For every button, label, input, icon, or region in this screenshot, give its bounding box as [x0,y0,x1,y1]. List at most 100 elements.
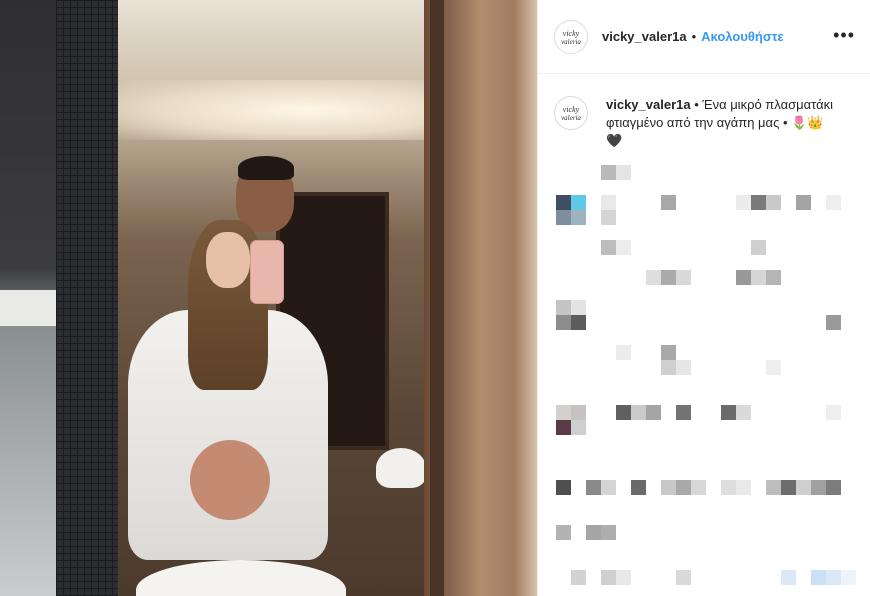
blur-pixel [616,405,631,420]
blur-pixel [661,480,676,495]
blur-pixel [571,300,586,315]
blur-pixel [601,165,616,180]
blur-pixel [736,270,751,285]
blur-pixel [751,195,766,210]
svg-text:vicky: vicky [563,105,580,114]
blur-pixel [751,240,766,255]
header-username[interactable]: vicky_valer1a [602,29,687,44]
blur-pixel [556,405,571,420]
caption-separator: • [690,97,703,112]
blur-pixel [631,480,646,495]
blur-pixel [646,270,661,285]
blur-pixel [736,405,751,420]
blur-pixel [571,195,586,210]
blur-pixel [661,270,676,285]
man-hair [238,156,294,180]
couple-figure [128,156,328,560]
blur-pixel [646,405,661,420]
caption-text-block: vicky_valer1a • Ένα μικρό πλασματάκι φτι… [606,96,838,150]
blur-pixel [826,315,841,330]
blur-pixel [676,480,691,495]
avatar-logo-icon: vicky valeria [561,105,581,122]
caption-avatar[interactable]: vicky valeria [554,96,588,130]
profile-avatar[interactable]: vicky valeria [554,19,588,54]
blur-pixel [571,315,586,330]
blur-pixel [571,420,586,435]
follow-button[interactable]: Ακολουθήστε [701,29,784,44]
woman-face [206,232,250,288]
blur-pixel [766,195,781,210]
blur-pixel [766,360,781,375]
blur-pixel [616,345,631,360]
blur-pixel [601,240,616,255]
mirror-reflection [118,0,434,596]
blur-pixel [661,195,676,210]
background-wall-left [0,0,56,596]
blur-pixel [601,480,616,495]
blur-pixel [616,240,631,255]
phone-in-hand [250,240,284,304]
blur-pixel [586,480,601,495]
blur-pixel [556,420,571,435]
blur-pixel [601,195,616,210]
blur-pixel [571,570,586,585]
sink [136,560,346,596]
svg-text:valeria: valeria [561,114,581,122]
blur-pixel [691,480,706,495]
blur-pixel [781,570,796,585]
svg-text:valeria: valeria [561,38,581,46]
blur-pixel [601,525,616,540]
caption-username[interactable]: vicky_valer1a [606,97,691,112]
header-separator: • [691,29,697,44]
blur-pixel [676,270,691,285]
blur-pixel [601,570,616,585]
blur-pixel [556,480,571,495]
blur-pixel [811,570,826,585]
blur-pixel [781,480,796,495]
blur-pixel [736,195,751,210]
blur-pixel [616,165,631,180]
belly [190,440,270,520]
post-photo[interactable] [0,0,537,596]
more-options-icon[interactable]: ••• [833,26,855,44]
wall-strip [0,290,56,326]
avatar-logo-icon: vicky valeria [561,29,581,46]
blur-pixel [556,525,571,540]
post-sidebar: vicky valeria vicky_valer1a • Ακολουθήστ… [537,0,870,596]
blur-pixel [796,480,811,495]
mosaic-tile-column [56,0,118,596]
blur-pixel [796,195,811,210]
blur-pixel [631,405,646,420]
blur-pixel [826,480,841,495]
svg-text:vicky: vicky [563,29,580,38]
blur-pixel [736,480,751,495]
blur-pixel [601,210,616,225]
blur-pixel [676,405,691,420]
blur-pixel [826,405,841,420]
blur-pixel [826,570,841,585]
blur-pixel [556,210,571,225]
blur-pixel [586,525,601,540]
blur-pixel [676,360,691,375]
frame-pillar [430,0,444,596]
blur-pixel [751,270,766,285]
wooden-frame-right [424,0,537,596]
blur-pixel [556,195,571,210]
blur-pixel [721,480,736,495]
blur-pixel [721,405,736,420]
blur-pixel [811,480,826,495]
post-header: vicky valeria vicky_valer1a • Ακολουθήστ… [538,0,870,74]
ceiling-light [118,80,434,140]
blur-pixel [556,300,571,315]
blur-pixel [841,570,856,585]
blur-pixel [661,345,676,360]
blur-pixel [571,210,586,225]
toilet [376,448,426,488]
blur-pixel [826,195,841,210]
blur-pixel [766,480,781,495]
blur-pixel [676,570,691,585]
blur-pixel [766,270,781,285]
blur-pixel [556,315,571,330]
blur-pixel [616,570,631,585]
caption-row: vicky valeria vicky_valer1a • Ένα μικρό … [554,96,854,150]
